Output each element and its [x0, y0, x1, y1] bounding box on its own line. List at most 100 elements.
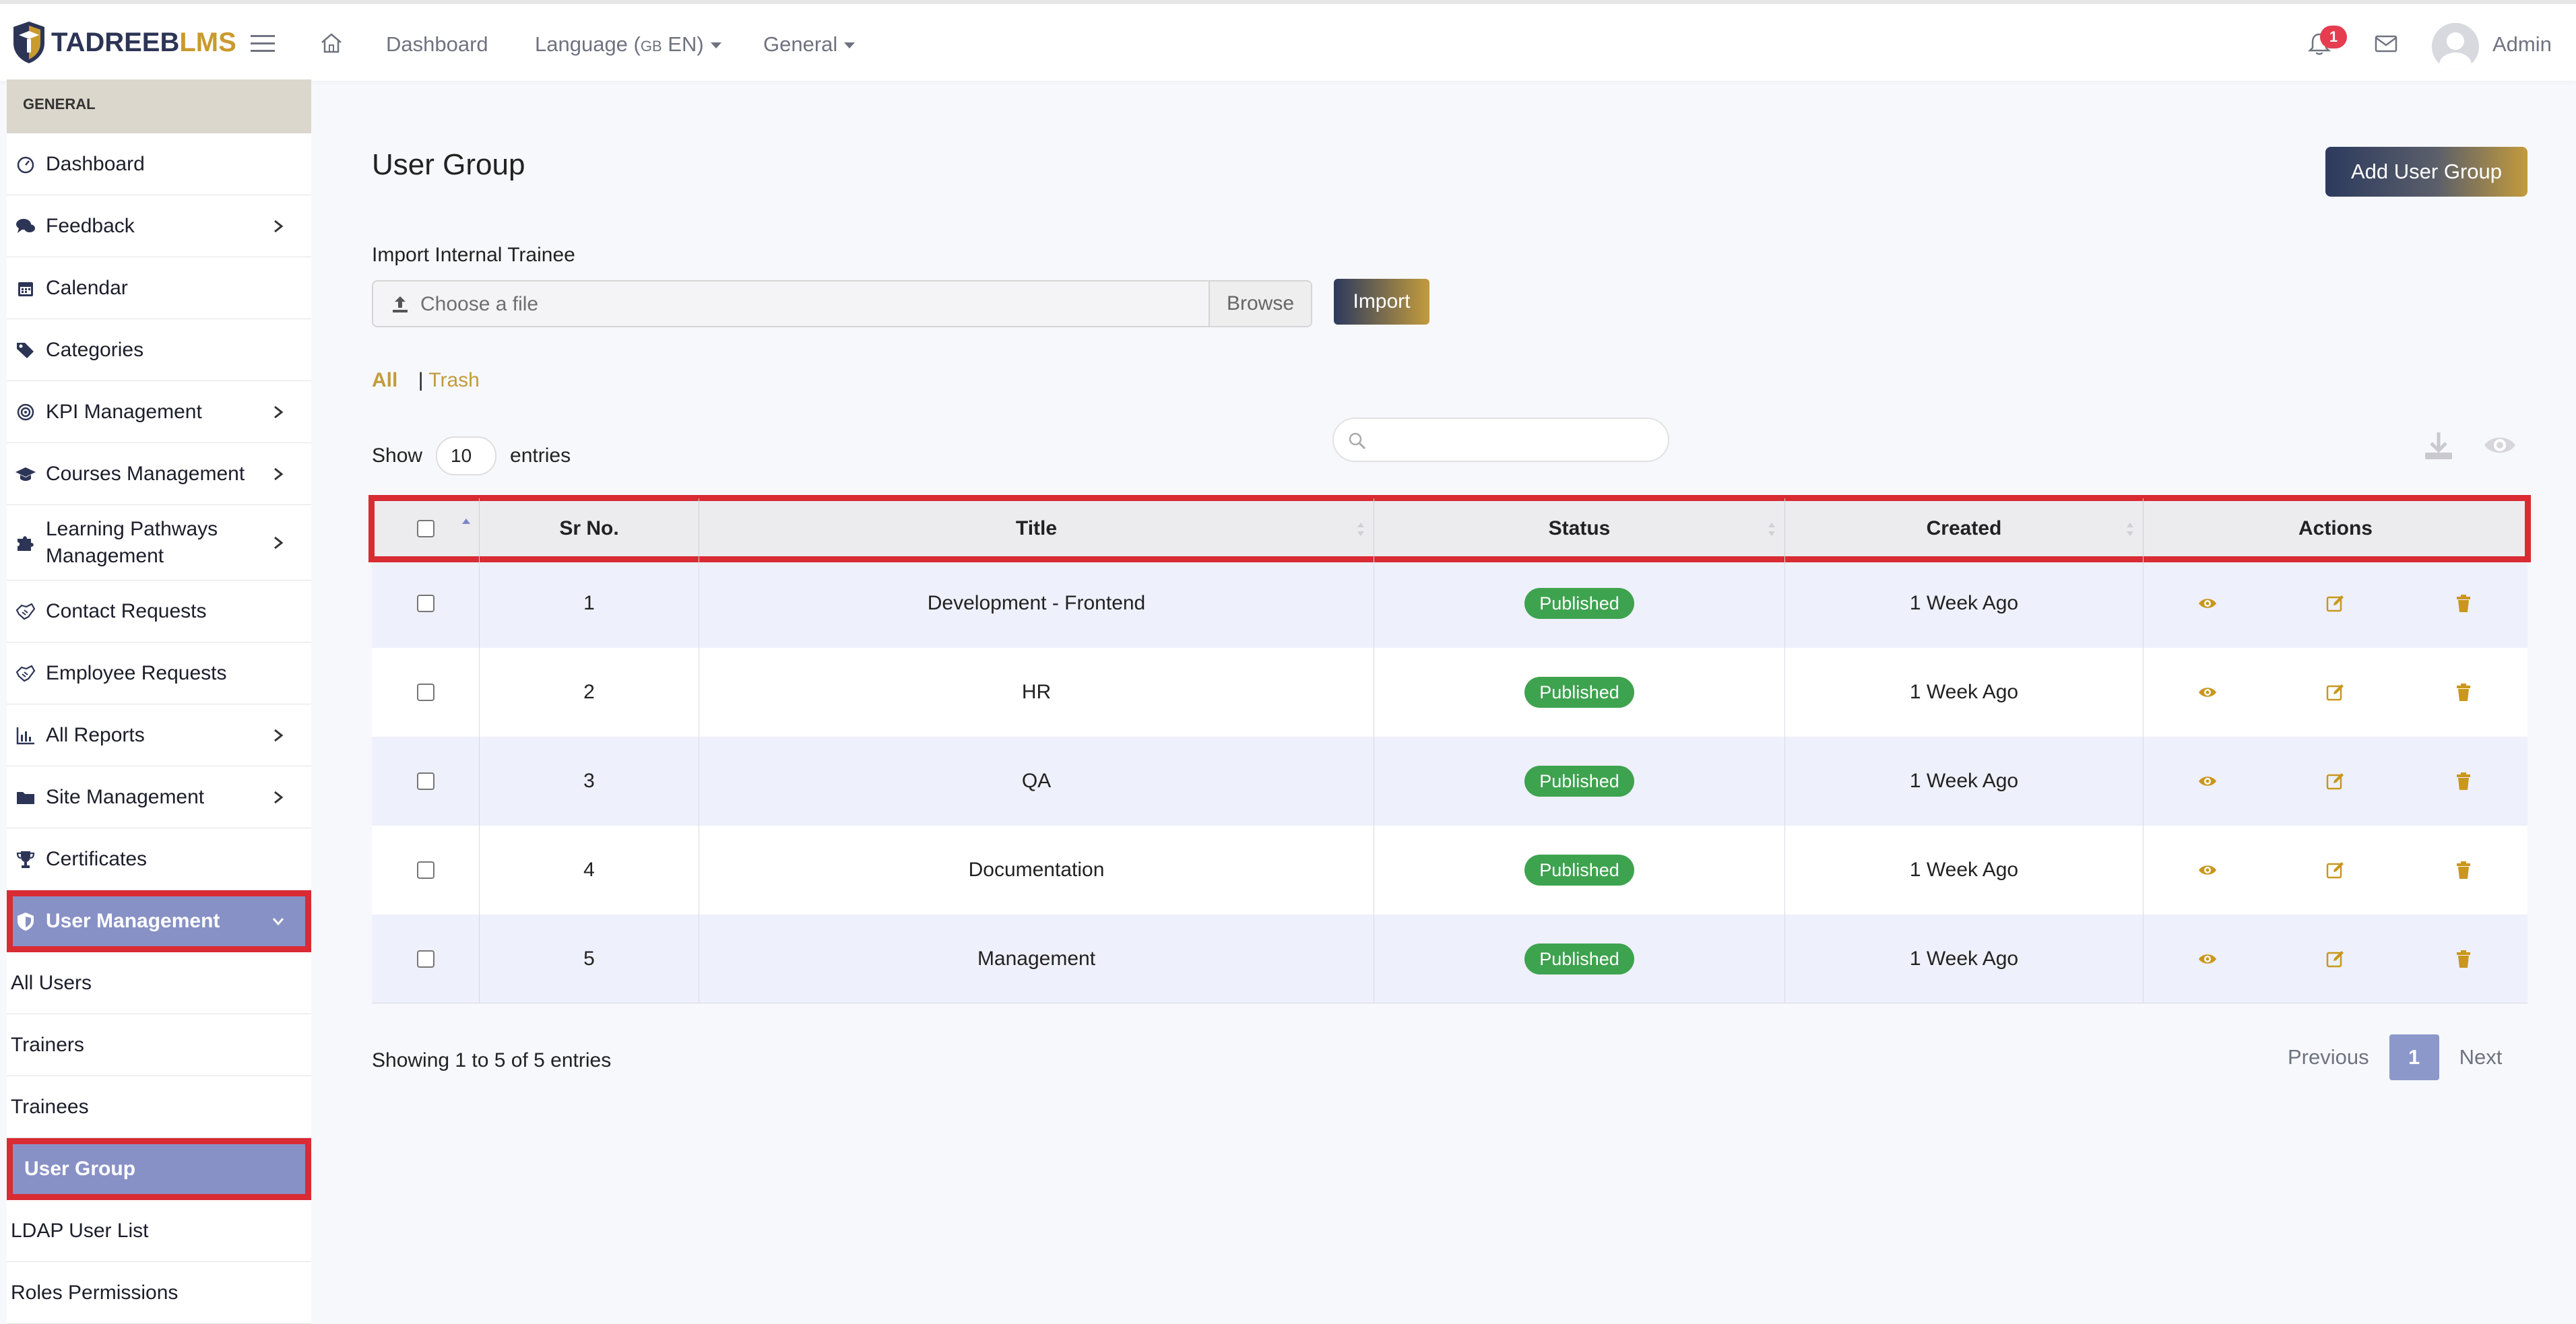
language-code: EN): [662, 32, 704, 56]
brand-logo[interactable]: TADREEBLMS: [12, 20, 236, 65]
sidebar-item-label: Contact Requests: [46, 599, 207, 622]
column-label: Sr No.: [559, 517, 619, 539]
sidebar-item-all-reports[interactable]: All Reports: [7, 704, 311, 766]
sidebar-item-calendar[interactable]: Calendar: [7, 257, 311, 319]
sort-asc-icon[interactable]: [461, 516, 471, 535]
sidebar-item-employee-requests[interactable]: Employee Requests: [7, 642, 311, 704]
home-icon[interactable]: [319, 31, 344, 55]
sidebar-subitem-trainees[interactable]: Trainees: [7, 1076, 311, 1138]
view-eye-icon[interactable]: [2197, 771, 2218, 791]
entries-per-page-select[interactable]: 10: [436, 436, 497, 475]
nav-dashboard-link[interactable]: Dashboard: [386, 32, 488, 57]
page-1-button[interactable]: 1: [2389, 1034, 2439, 1080]
sidebar-subitem-roles-permissions[interactable]: Roles Permissions: [7, 1262, 311, 1324]
row-checkbox[interactable]: [416, 684, 434, 701]
browse-button[interactable]: Browse: [1209, 282, 1311, 326]
sidebar-item-feedback[interactable]: Feedback: [7, 195, 311, 257]
sidebar-item-courses-management[interactable]: Courses Management: [7, 443, 311, 505]
general-dropdown[interactable]: General: [763, 32, 856, 57]
sidebar-item-kpi-management[interactable]: KPI Management: [7, 381, 311, 443]
table-search-input[interactable]: [1332, 418, 1669, 462]
view-eye-icon[interactable]: [2197, 949, 2218, 969]
show-entries: Show 10 entries: [372, 436, 571, 475]
sidebar-item-site-management[interactable]: Site Management: [7, 766, 311, 828]
sidebar-item-label: All Reports: [46, 723, 145, 746]
sidebar-subitem-trainers[interactable]: Trainers: [7, 1014, 311, 1076]
sidebar-subitem-all-users[interactable]: All Users: [7, 952, 311, 1014]
sidebar-item-dashboard[interactable]: Dashboard: [7, 133, 311, 195]
column-header-status[interactable]: Status: [1374, 498, 1785, 559]
brand-text: TADREEBLMS: [51, 28, 236, 58]
select-all-header: [372, 498, 480, 559]
edit-icon[interactable]: [2325, 593, 2346, 614]
sidebar-item-label: Site Management: [46, 785, 205, 808]
sidebar-item-certificates[interactable]: Certificates: [7, 828, 311, 890]
user-avatar[interactable]: [2432, 23, 2479, 70]
show-label: Show: [372, 444, 423, 467]
file-input[interactable]: Choose a file Browse: [372, 280, 1312, 327]
sr-no-cell: 5: [480, 915, 699, 1003]
notification-count-badge[interactable]: 1: [2320, 26, 2347, 48]
shield-logo-icon: [13, 22, 44, 63]
delete-trash-icon[interactable]: [2453, 949, 2474, 969]
sidebar-item-user-management[interactable]: User Management: [7, 890, 311, 952]
language-dropdown[interactable]: Language (GB EN): [535, 32, 721, 57]
sidebar-subitem-user-group[interactable]: User Group: [7, 1138, 311, 1200]
status-cell: Published: [1374, 737, 1785, 826]
row-checkbox[interactable]: [416, 595, 434, 612]
delete-trash-icon[interactable]: [2453, 771, 2474, 791]
filter-trash-link[interactable]: Trash: [428, 369, 480, 391]
mail-icon[interactable]: [2374, 34, 2398, 54]
previous-page-button[interactable]: Previous: [2288, 1045, 2369, 1069]
sidebar-item-label: Learning Pathways Management: [46, 517, 218, 567]
comments-icon: [16, 218, 35, 233]
title-cell: QA: [699, 737, 1374, 826]
edit-icon[interactable]: [2325, 682, 2346, 702]
sidebar-subitem-ldap-user-list[interactable]: LDAP User List: [7, 1200, 311, 1262]
sr-no: 2: [583, 681, 595, 703]
table-info-text: Showing 1 to 5 of 5 entries: [372, 1049, 612, 1071]
column-header-created[interactable]: Created: [1785, 498, 2144, 559]
chevron-right-icon: [274, 729, 284, 742]
row-checkbox[interactable]: [416, 772, 434, 790]
download-icon[interactable]: [2422, 430, 2455, 462]
delete-trash-icon[interactable]: [2453, 593, 2474, 614]
row-checkbox[interactable]: [416, 861, 434, 879]
edit-icon[interactable]: [2325, 771, 2346, 791]
created-date: 1 Week Ago: [1909, 592, 2019, 614]
view-eye-icon[interactable]: [2197, 682, 2218, 702]
row-checkbox[interactable]: [416, 950, 434, 968]
column-header-title[interactable]: Title: [699, 498, 1374, 559]
column-label: Created: [1926, 517, 2002, 539]
page-title: User Group: [372, 148, 525, 181]
filter-all-link[interactable]: All: [372, 369, 397, 391]
add-user-group-button[interactable]: Add User Group: [2325, 147, 2527, 197]
sr-no: 1: [583, 592, 595, 614]
select-all-checkbox[interactable]: [416, 520, 434, 537]
sidebar-item-label: Courses Management: [46, 462, 245, 485]
entries-label: entries: [510, 444, 571, 467]
edit-icon[interactable]: [2325, 949, 2346, 969]
column-header-sr-no[interactable]: Sr No.: [480, 498, 699, 559]
hamburger-menu-icon[interactable]: [249, 32, 276, 55]
created-date: 1 Week Ago: [1909, 770, 2019, 792]
edit-icon[interactable]: [2325, 860, 2346, 880]
view-eye-icon[interactable]: [2197, 593, 2218, 614]
view-eye-icon[interactable]: [2197, 860, 2218, 880]
import-internal-trainee-label: Import Internal Trainee: [372, 244, 575, 266]
created-cell: 1 Week Ago: [1785, 648, 2144, 737]
sidebar-item-contact-requests[interactable]: Contact Requests: [7, 581, 311, 642]
status-cell: Published: [1374, 648, 1785, 737]
sidebar-item-label: User Management: [46, 909, 220, 932]
user-name[interactable]: Admin: [2492, 32, 2552, 57]
status-cell: Published: [1374, 915, 1785, 1003]
sidebar-item-learning-pathways[interactable]: Learning Pathways Management: [7, 505, 311, 581]
status-cell: Published: [1374, 559, 1785, 648]
import-button[interactable]: Import: [1334, 279, 1429, 325]
created-date: 1 Week Ago: [1909, 681, 2019, 703]
delete-trash-icon[interactable]: [2453, 682, 2474, 702]
next-page-button[interactable]: Next: [2459, 1045, 2503, 1069]
eye-icon[interactable]: [2483, 434, 2517, 457]
sidebar-item-categories[interactable]: Categories: [7, 319, 311, 381]
delete-trash-icon[interactable]: [2453, 860, 2474, 880]
